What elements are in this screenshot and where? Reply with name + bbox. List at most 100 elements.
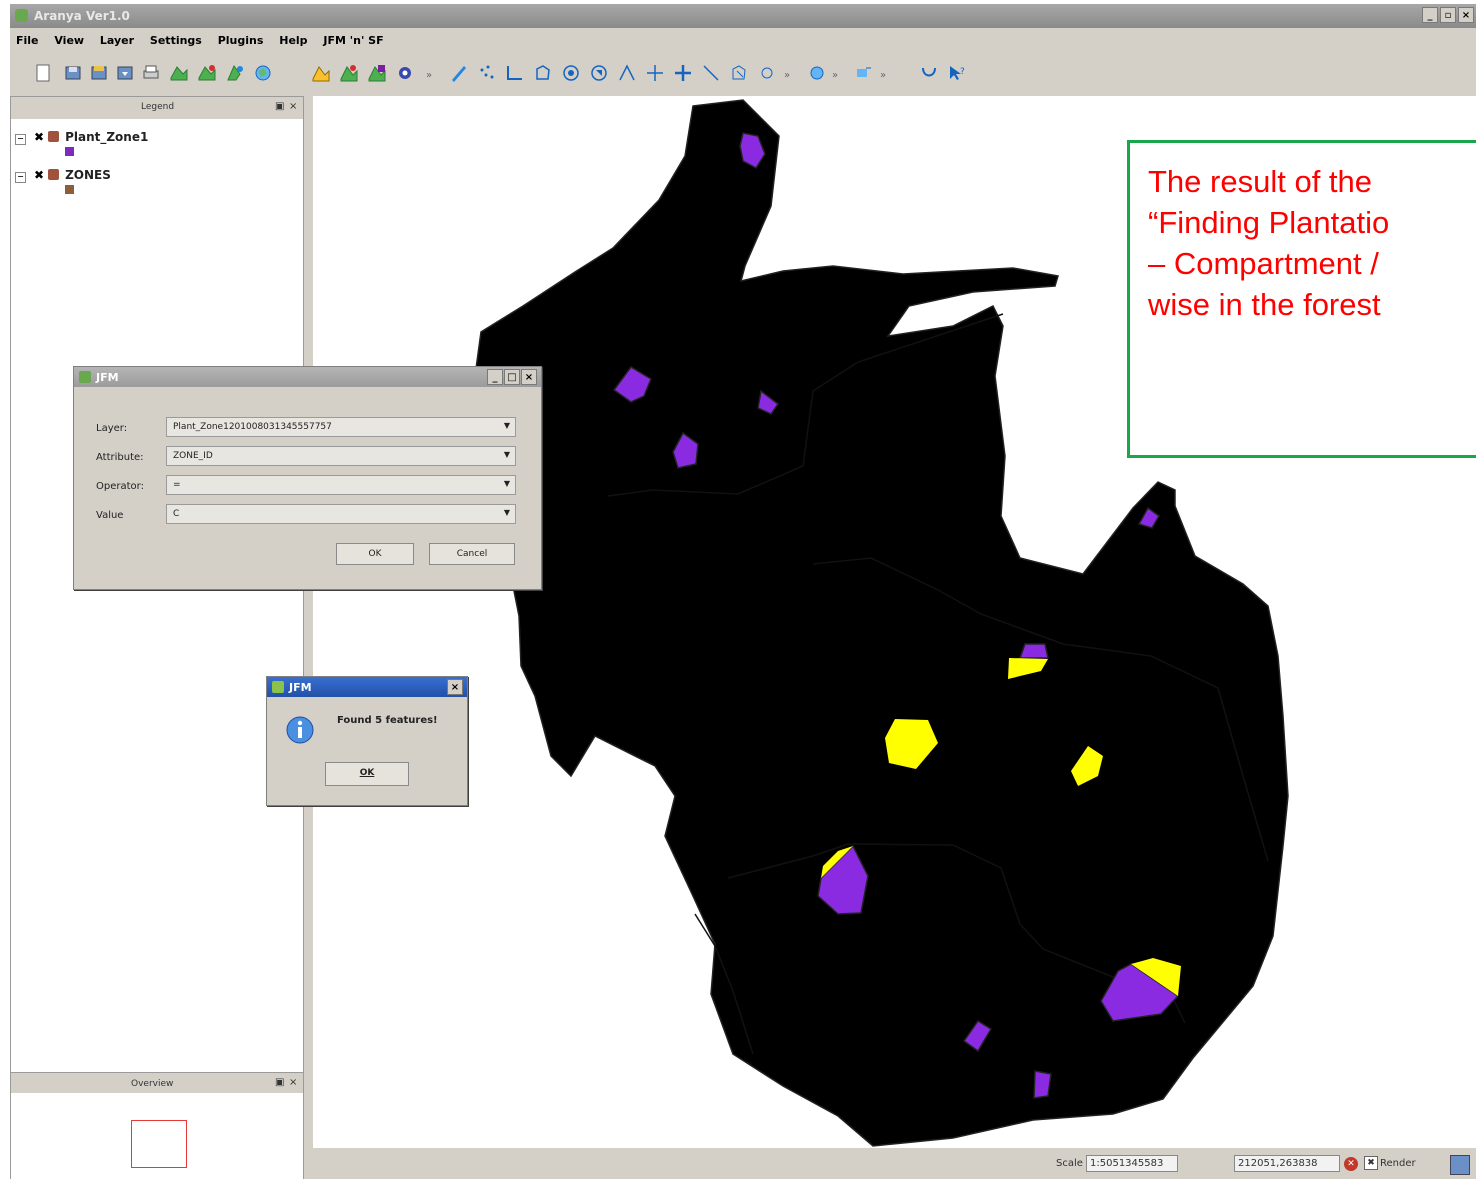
- message-text: Found 5 features!: [337, 715, 438, 726]
- operator-select[interactable]: = ▼: [166, 475, 516, 495]
- menu-jfm[interactable]: JFM 'n' SF: [317, 30, 389, 47]
- annotation-line: – Compartment /: [1148, 246, 1379, 281]
- scale-label: Scale: [1056, 1158, 1083, 1169]
- add-vector-layer-icon[interactable]: [168, 62, 190, 84]
- capture-polygon-icon[interactable]: [532, 62, 554, 84]
- identify-icon[interactable]: [852, 62, 874, 84]
- maximize-button[interactable]: □: [504, 369, 520, 385]
- legend-symbol-swatch: [65, 147, 74, 156]
- print-icon[interactable]: [140, 62, 162, 84]
- toolbar-overflow-icon[interactable]: »: [880, 70, 886, 81]
- open-project-icon[interactable]: [62, 62, 84, 84]
- menu-bar: File View Layer Settings Plugins Help JF…: [10, 30, 1476, 52]
- menu-layer[interactable]: Layer: [94, 30, 140, 47]
- capture-line-icon[interactable]: [504, 62, 526, 84]
- add-wms-layer-icon[interactable]: [252, 62, 274, 84]
- minimize-button[interactable]: _: [1422, 7, 1438, 23]
- legend-layer-zones[interactable]: − ✖ ZONES: [15, 168, 111, 183]
- move-vertex-icon[interactable]: [672, 62, 694, 84]
- close-panel-button[interactable]: ×: [289, 1077, 297, 1088]
- menu-help[interactable]: Help: [273, 30, 313, 47]
- window-title: Aranya Ver1.0: [34, 9, 130, 23]
- scale-field[interactable]: 1:5051345583: [1086, 1155, 1178, 1172]
- toolbar-overflow-icon[interactable]: »: [832, 70, 838, 81]
- legend-symbol-swatch: [65, 185, 74, 194]
- close-panel-button[interactable]: ×: [289, 101, 297, 112]
- new-shapefile-icon[interactable]: [310, 62, 332, 84]
- close-button[interactable]: ×: [447, 679, 463, 695]
- layer-visibility-checkbox[interactable]: ✖: [34, 168, 44, 182]
- projection-icon[interactable]: [1450, 1155, 1470, 1175]
- title-bar: Aranya Ver1.0 _ ▫ ×: [10, 4, 1476, 28]
- legend-layer-label: Plant_Zone1: [65, 130, 149, 144]
- gear-icon[interactable]: [394, 62, 416, 84]
- menu-plugins[interactable]: Plugins: [212, 30, 270, 47]
- delete-selected-icon[interactable]: [728, 62, 750, 84]
- pan-tool-icon[interactable]: [806, 62, 828, 84]
- overview-header: Overview ▣ ×: [11, 1073, 303, 1093]
- toolbar-overflow-icon[interactable]: »: [784, 70, 790, 81]
- float-panel-button[interactable]: ▣: [275, 1077, 284, 1088]
- operator-select-value: =: [173, 480, 181, 490]
- menu-settings[interactable]: Settings: [144, 30, 208, 47]
- coordinates-display: 212051,263838: [1234, 1155, 1340, 1172]
- overview-title: Overview: [131, 1079, 174, 1089]
- menu-file[interactable]: File: [10, 30, 45, 47]
- query-dialog-title: JFM: [96, 371, 119, 384]
- menu-view[interactable]: View: [48, 30, 90, 47]
- split-features-icon[interactable]: [616, 62, 638, 84]
- layer-visibility-checkbox[interactable]: ✖: [34, 130, 44, 144]
- toolbar: » » » » ?: [28, 56, 1468, 94]
- toolbar-overflow-icon[interactable]: »: [426, 70, 432, 81]
- add-raster-layer-icon[interactable]: [196, 62, 218, 84]
- add-ring-icon[interactable]: [560, 62, 582, 84]
- new-project-icon[interactable]: [32, 62, 54, 84]
- close-button[interactable]: ×: [521, 369, 537, 385]
- stop-render-icon[interactable]: ✕: [1344, 1157, 1358, 1171]
- restore-button[interactable]: ▫: [1440, 7, 1456, 23]
- capture-points-icon[interactable]: [476, 62, 498, 84]
- ok-button[interactable]: OK: [325, 762, 409, 786]
- cancel-button[interactable]: Cancel: [429, 543, 515, 565]
- ok-button[interactable]: OK: [336, 543, 414, 565]
- layer-select[interactable]: Plant_Zone1201008031345557757 ▼: [166, 417, 516, 437]
- vector-layer-icon: [48, 131, 60, 142]
- add-postgis-layer-icon[interactable]: [224, 62, 246, 84]
- value-select[interactable]: C ▼: [166, 504, 516, 524]
- delete-vertex-icon[interactable]: [700, 62, 722, 84]
- legend-header: Legend ▣ ×: [11, 97, 303, 119]
- save-as-icon[interactable]: [114, 62, 136, 84]
- attribute-select-value: ZONE_ID: [173, 451, 213, 461]
- info-icon: [286, 716, 314, 744]
- close-button[interactable]: ×: [1458, 7, 1474, 23]
- operator-label: Operator:: [96, 481, 144, 492]
- move-feature-icon[interactable]: [644, 62, 666, 84]
- whats-this-help-icon[interactable]: ?: [946, 62, 968, 84]
- render-label: Render: [1380, 1158, 1416, 1169]
- app-logo-icon: [79, 371, 91, 383]
- collapse-icon[interactable]: −: [15, 134, 26, 145]
- legend-layer-plant-zone[interactable]: − ✖ Plant_Zone1: [15, 130, 148, 145]
- render-checkbox[interactable]: ✖: [1364, 1156, 1378, 1170]
- attribute-select[interactable]: ZONE_ID ▼: [166, 446, 516, 466]
- message-box-titlebar: JFM ×: [267, 677, 467, 697]
- legend-layer-label: ZONES: [65, 168, 111, 182]
- dropdown-arrow-icon: ▼: [503, 421, 511, 430]
- attribute-label: Attribute:: [96, 452, 144, 463]
- layer-tools-icon[interactable]: [366, 62, 388, 84]
- app-logo-icon: [15, 9, 28, 22]
- query-dialog: JFM _ □ × Layer: Plant_Zone1201008031345…: [73, 366, 542, 590]
- svg-text:?: ?: [960, 67, 965, 77]
- save-project-icon[interactable]: [88, 62, 110, 84]
- pencil-icon[interactable]: [448, 62, 470, 84]
- minimize-button[interactable]: _: [487, 369, 503, 385]
- dropdown-arrow-icon: ▼: [503, 450, 511, 459]
- float-panel-button[interactable]: ▣: [275, 101, 284, 112]
- collapse-icon[interactable]: −: [15, 172, 26, 183]
- edit-layer-icon[interactable]: [338, 62, 360, 84]
- node-tool-icon[interactable]: [756, 62, 778, 84]
- add-island-icon[interactable]: [588, 62, 610, 84]
- layer-label: Layer:: [96, 423, 128, 434]
- plugin-icon[interactable]: [918, 62, 940, 84]
- annotation-line: “Finding Plantatio: [1148, 205, 1390, 240]
